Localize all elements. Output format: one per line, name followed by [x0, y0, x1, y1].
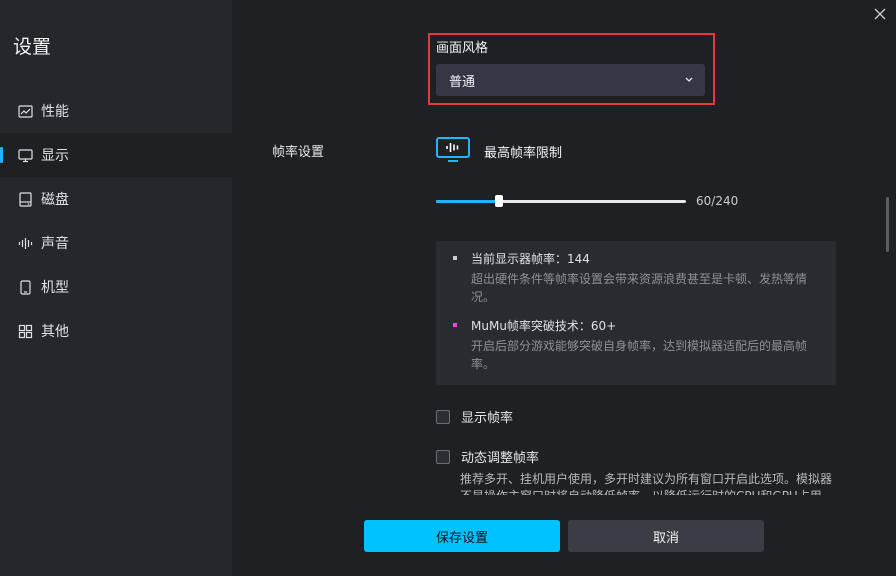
grid-icon — [18, 324, 33, 339]
fps-slider[interactable] — [436, 195, 686, 207]
sidebar-item-label: 性能 — [41, 104, 69, 120]
close-icon — [874, 8, 886, 20]
monitor-icon — [18, 148, 33, 163]
show-fps-checkbox-row[interactable]: 显示帧率 — [436, 407, 513, 426]
show-fps-checkbox[interactable] — [436, 409, 450, 424]
monitor-fps-desc: 超出硬件条件等帧率设置会带来资源浪费甚至是卡顿、发热等情况。 — [471, 272, 808, 304]
disk-icon — [18, 191, 33, 207]
fps-breakthrough-desc: 开启后部分游戏能够突破自身帧率，达到模拟器适配后的最高帧率。 — [471, 339, 808, 371]
picture-style-value: 普通 — [449, 74, 476, 90]
chart-icon — [18, 104, 33, 119]
dynamic-fps-checkbox-row[interactable]: 动态调整帧率 — [436, 447, 539, 466]
sidebar-item-display[interactable]: 显示 — [0, 133, 232, 177]
close-button[interactable] — [872, 6, 888, 22]
dynamic-fps-label: 动态调整帧率 — [461, 451, 540, 466]
bullet-dot — [453, 256, 457, 260]
picture-style-select[interactable]: 普通 — [436, 64, 705, 96]
dynamic-fps-desc: 推荐多开、挂机用户使用，多开时建议为所有窗口开启此选项。模拟器不是操作主窗口时将… — [460, 472, 834, 495]
sidebar: 设置 性能 显示 磁盘 声音 机型 其他 — [0, 0, 232, 576]
cancel-button[interactable]: 取消 — [568, 520, 764, 552]
sidebar-item-disk[interactable]: 磁盘 — [0, 177, 232, 221]
scrollbar-thumb[interactable] — [886, 197, 889, 252]
chevron-down-icon — [685, 77, 693, 82]
active-indicator — [0, 147, 3, 163]
fps-info-box: 当前显示器帧率：144 超出硬件条件等帧率设置会带来资源浪费甚至是卡顿、发热等情… — [436, 241, 836, 385]
sidebar-item-label: 声音 — [41, 236, 69, 252]
save-button[interactable]: 保存设置 — [364, 520, 560, 552]
bullet-dot — [453, 323, 457, 327]
settings-title: 设置 — [13, 36, 52, 58]
picture-style-label: 画面风格 — [436, 41, 489, 56]
frame-rate-section-label: 帧率设置 — [272, 145, 325, 160]
show-fps-label: 显示帧率 — [461, 411, 514, 426]
sidebar-item-label: 显示 — [41, 148, 69, 164]
monitor-fps-line: 当前显示器帧率：144 — [471, 252, 590, 266]
sidebar-item-other[interactable]: 其他 — [0, 309, 232, 353]
sidebar-item-label: 磁盘 — [41, 192, 69, 208]
sidebar-item-sound[interactable]: 声音 — [0, 221, 232, 265]
fps-slider-thumb[interactable] — [494, 195, 503, 207]
max-fps-title: 最高帧率限制 — [484, 146, 563, 161]
phone-icon — [18, 279, 33, 295]
sidebar-item-label: 其他 — [41, 324, 69, 340]
fps-breakthrough-line: MuMu帧率突破技术：60+ — [471, 319, 617, 333]
fps-monitor-icon — [436, 137, 470, 162]
sidebar-item-performance[interactable]: 性能 — [0, 89, 232, 133]
sidebar-item-model[interactable]: 机型 — [0, 265, 232, 309]
sound-wave-icon — [18, 236, 33, 251]
sidebar-item-label: 机型 — [41, 280, 69, 296]
fps-slider-value: 60/240 — [696, 194, 739, 208]
fps-slider-fill — [436, 200, 499, 203]
dynamic-fps-checkbox[interactable] — [436, 449, 450, 464]
